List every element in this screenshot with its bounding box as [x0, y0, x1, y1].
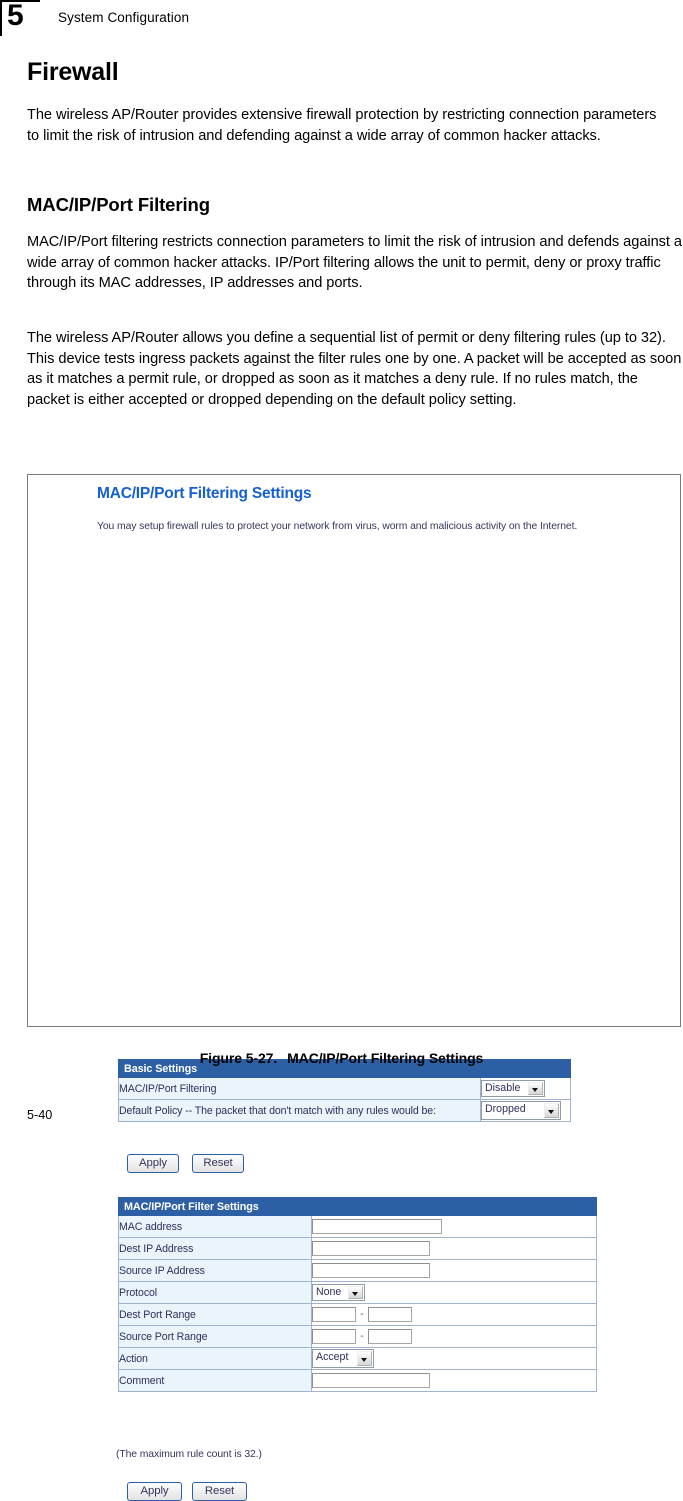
- field-source-port-range: -: [310, 1325, 598, 1348]
- source-ip-address-input[interactable]: [312, 1263, 430, 1278]
- figure-number: Figure 5-27.: [199, 1050, 278, 1066]
- default-policy-select[interactable]: Dropped: [481, 1101, 561, 1120]
- table-row: Action Accept: [118, 1347, 598, 1370]
- label-action: Action: [118, 1347, 312, 1370]
- default-policy-select-value: Dropped: [485, 1103, 526, 1115]
- router-web-ui: MAC/IP/Port Filtering Settings You may s…: [28, 475, 680, 1501]
- source-port-range-separator: -: [360, 1331, 364, 1342]
- source-port-range-from-input[interactable]: [312, 1329, 356, 1344]
- chevron-down-icon[interactable]: [528, 1082, 543, 1095]
- label-mac-address: MAC address: [118, 1215, 312, 1238]
- dest-port-range-from-input[interactable]: [312, 1307, 356, 1322]
- basic-settings-table: Basic Settings MAC/IP/Port Filtering Dis…: [117, 1059, 572, 1122]
- label-protocol: Protocol: [118, 1281, 312, 1304]
- chevron-down-icon[interactable]: [348, 1286, 363, 1299]
- table-row: Source IP Address: [118, 1259, 598, 1282]
- field-default-policy: Dropped: [479, 1099, 572, 1122]
- field-dest-port-range: -: [310, 1303, 598, 1326]
- filter-settings-apply-button[interactable]: Apply: [127, 1482, 182, 1501]
- basic-settings-apply-button[interactable]: Apply: [127, 1154, 179, 1173]
- action-select[interactable]: Accept: [312, 1349, 374, 1368]
- source-port-range-to-input[interactable]: [367, 1329, 412, 1344]
- table-row: Protocol None: [118, 1281, 598, 1304]
- field-dest-ip-address: [310, 1237, 598, 1260]
- max-rule-count-note: (The maximum rule count is 32.): [116, 1449, 262, 1460]
- page-title: Firewall: [27, 58, 119, 86]
- label-dest-port-range: Dest Port Range: [118, 1303, 312, 1326]
- chevron-down-icon[interactable]: [357, 1351, 372, 1366]
- table-row: Source Port Range -: [118, 1325, 598, 1348]
- label-macip-port-filtering: MAC/IP/Port Filtering: [118, 1077, 481, 1100]
- page-number: 5-40: [27, 1108, 53, 1122]
- intro-paragraph: The wireless AP/Router provides extensiv…: [27, 107, 657, 144]
- filter-settings-heading: MAC/IP/Port Filter Settings: [117, 1197, 598, 1216]
- protocol-select-value: None: [316, 1286, 342, 1298]
- table-row: Dest Port Range -: [118, 1303, 598, 1326]
- basic-settings-reset-button[interactable]: Reset: [192, 1154, 244, 1173]
- field-source-ip-address: [310, 1259, 598, 1282]
- macip-paragraph-2: The wireless AP/Router allows you define…: [27, 330, 682, 408]
- label-source-port-range: Source Port Range: [118, 1325, 312, 1348]
- label-default-policy: Default Policy -- The packet that don't …: [118, 1099, 481, 1122]
- dest-port-range-separator: -: [360, 1309, 364, 1320]
- macip-port-filtering-select-value: Disable: [485, 1082, 521, 1094]
- ui-page-title: MAC/IP/Port Filtering Settings: [97, 485, 312, 502]
- label-source-ip-address: Source IP Address: [118, 1259, 312, 1282]
- field-comment: [310, 1369, 598, 1392]
- filter-settings-table: MAC/IP/Port Filter Settings MAC address …: [117, 1197, 598, 1392]
- field-macip-port-filtering: Disable: [479, 1077, 572, 1100]
- macip-paragraph-1: MAC/IP/Port filtering restricts connecti…: [27, 234, 682, 292]
- figure-title: MAC/IP/Port Filtering Settings: [287, 1050, 484, 1066]
- action-select-value: Accept: [316, 1351, 349, 1363]
- table-row: Dest IP Address: [118, 1237, 598, 1260]
- page-running-header: 5 System Configuration: [0, 0, 683, 40]
- field-mac-address: [310, 1215, 598, 1238]
- field-action: Accept: [310, 1347, 598, 1370]
- protocol-select[interactable]: None: [312, 1284, 365, 1301]
- chapter-number: 5: [7, 0, 24, 32]
- macip-port-filtering-select[interactable]: Disable: [481, 1080, 545, 1097]
- mac-address-input[interactable]: [312, 1219, 442, 1234]
- table-row: MAC address: [118, 1215, 598, 1238]
- dest-ip-address-input[interactable]: [312, 1241, 430, 1256]
- dest-port-range-to-input[interactable]: [367, 1307, 412, 1322]
- table-row: MAC/IP/Port Filtering Disable: [118, 1077, 572, 1100]
- table-row: Comment: [118, 1369, 598, 1392]
- section-heading-macip-filtering: MAC/IP/Port Filtering: [27, 194, 210, 215]
- comment-input[interactable]: [312, 1373, 430, 1388]
- chevron-down-icon[interactable]: [544, 1103, 559, 1118]
- header-title: System Configuration: [58, 10, 190, 25]
- figure-screenshot-frame: MAC/IP/Port Filtering Settings You may s…: [27, 474, 681, 1501]
- header-rule-left: [0, 0, 2, 36]
- filter-settings-reset-button[interactable]: Reset: [192, 1482, 247, 1501]
- field-protocol: None: [310, 1281, 598, 1304]
- ui-page-description: You may setup firewall rules to protect …: [97, 521, 578, 532]
- label-comment: Comment: [118, 1369, 312, 1392]
- table-row: Default Policy -- The packet that don't …: [118, 1099, 572, 1122]
- label-dest-ip-address: Dest IP Address: [118, 1237, 312, 1260]
- figure-caption: Figure 5-27. MAC/IP/Port Filtering Settin…: [0, 1050, 683, 1066]
- filter-settings-header-row: MAC/IP/Port Filter Settings: [117, 1197, 598, 1216]
